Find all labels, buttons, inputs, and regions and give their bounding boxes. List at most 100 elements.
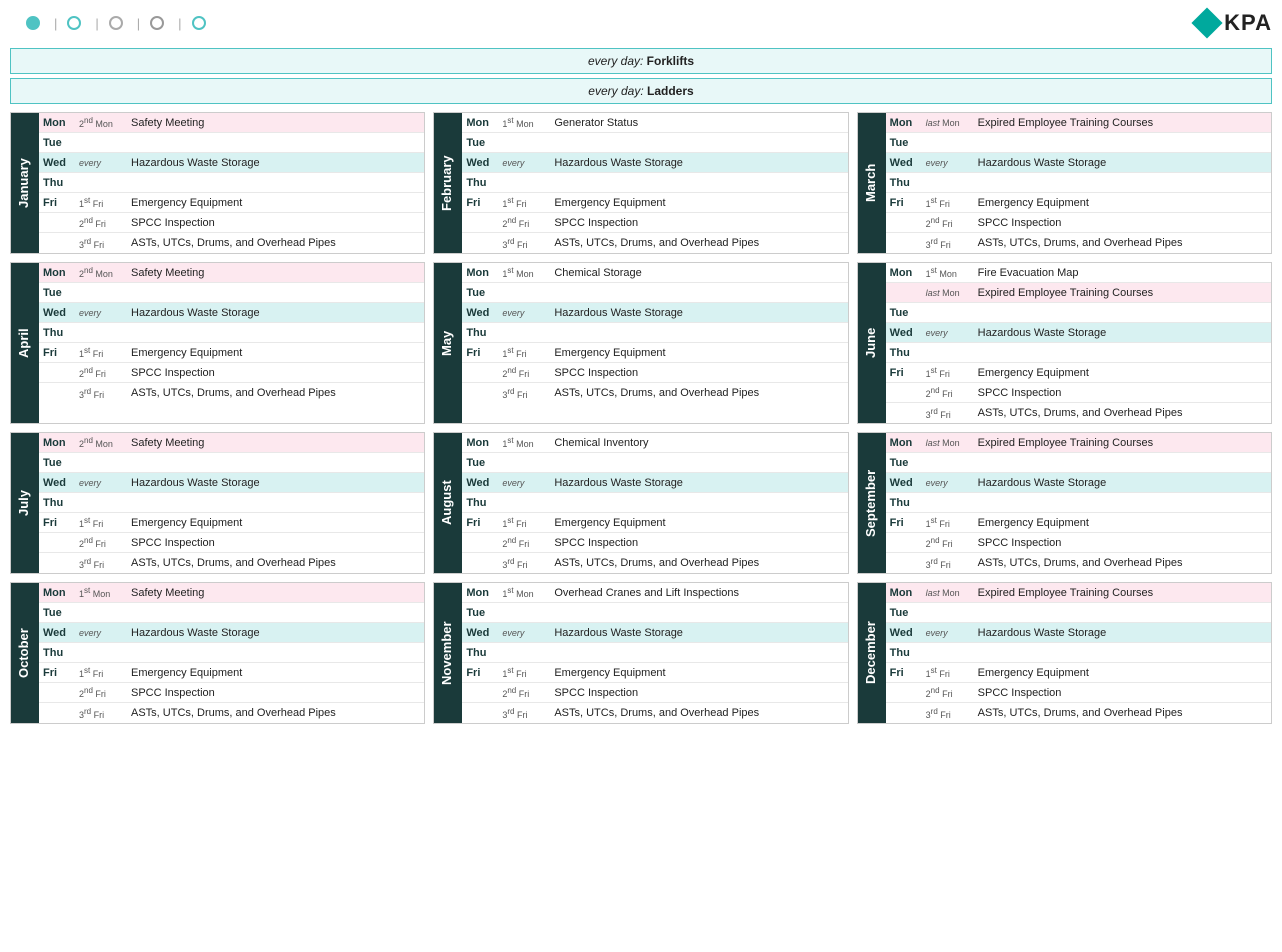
ord-cell <box>77 651 127 655</box>
ord-cell <box>924 181 974 185</box>
task-cell <box>974 611 1271 615</box>
ord-cell <box>924 461 974 465</box>
month-content-november: Mon1st MonOverhead Cranes and Lift Inspe… <box>462 583 847 723</box>
month-row: 2nd FriSPCC Inspection <box>462 363 847 383</box>
month-row: Tue <box>462 603 847 623</box>
day-cell: Thu <box>462 495 500 511</box>
ord-cell: every <box>924 326 974 340</box>
month-row: 2nd FriSPCC Inspection <box>462 533 847 553</box>
ord-cell: 2nd Fri <box>77 214 127 231</box>
day-cell <box>462 241 500 245</box>
every-day-section: every day: Forkliftsevery day: Ladders <box>10 48 1272 104</box>
month-row: Tue <box>462 283 847 303</box>
day-cell <box>39 221 77 225</box>
month-row: Fri1st FriEmergency Equipment <box>39 663 424 683</box>
day-cell: Fri <box>462 665 500 681</box>
month-row: Tue <box>462 133 847 153</box>
day-cell: Tue <box>39 135 77 151</box>
task-cell: Hazardous Waste Storage <box>974 625 1271 641</box>
task-cell: Emergency Equipment <box>127 345 424 361</box>
task-cell: SPCC Inspection <box>127 365 424 381</box>
day-cell <box>886 561 924 565</box>
day-cell: Wed <box>462 625 500 641</box>
task-cell: Fire Evacuation Map <box>974 265 1271 281</box>
day-cell: Fri <box>886 195 924 211</box>
task-cell: SPCC Inspection <box>974 385 1271 401</box>
task-cell <box>127 461 424 465</box>
day-cell: Mon <box>39 435 77 451</box>
task-cell: Safety Meeting <box>127 585 424 601</box>
ord-cell: 1st Fri <box>500 344 550 361</box>
month-row: Mon1st MonChemical Storage <box>462 263 847 283</box>
day-cell: Wed <box>39 155 77 171</box>
ord-cell <box>77 331 127 335</box>
ord-cell: 2nd Mon <box>77 114 127 131</box>
month-block-june: JuneMon1st MonFire Evacuation Maplast Mo… <box>857 262 1272 424</box>
day-cell <box>462 711 500 715</box>
month-row: 3rd FriASTs, UTCs, Drums, and Overhead P… <box>886 403 1271 423</box>
month-row: Fri1st FriEmergency Equipment <box>39 513 424 533</box>
month-row: 3rd FriASTs, UTCs, Drums, and Overhead P… <box>39 703 424 723</box>
task-cell: Expired Employee Training Courses <box>974 115 1271 131</box>
task-cell: Expired Employee Training Courses <box>974 585 1271 601</box>
ord-cell: 2nd Fri <box>500 364 550 381</box>
ord-cell <box>500 611 550 615</box>
day-cell: Tue <box>462 455 500 471</box>
month-label-december: December <box>858 583 886 723</box>
task-cell <box>127 141 424 145</box>
ord-cell: 1st Mon <box>500 264 550 281</box>
task-cell <box>127 501 424 505</box>
day-cell: Tue <box>886 455 924 471</box>
ord-cell: 2nd Mon <box>77 434 127 451</box>
ord-cell: 1st Fri <box>500 664 550 681</box>
monthly-icon <box>109 16 123 30</box>
month-row: Thu <box>39 323 424 343</box>
task-cell: Generator Status <box>550 115 847 131</box>
day-cell <box>886 391 924 395</box>
day-cell: Mon <box>886 115 924 131</box>
month-row: Fri1st FriEmergency Equipment <box>886 193 1271 213</box>
day-cell: Mon <box>886 435 924 451</box>
month-row: WedeveryHazardous Waste Storage <box>886 473 1271 493</box>
ord-cell <box>500 331 550 335</box>
month-row: 3rd FriASTs, UTCs, Drums, and Overhead P… <box>39 383 424 403</box>
ord-cell: 3rd Fri <box>77 235 127 252</box>
month-row: Mon2nd MonSafety Meeting <box>39 263 424 283</box>
month-row: Thu <box>462 643 847 663</box>
task-cell: ASTs, UTCs, Drums, and Overhead Pipes <box>550 385 847 401</box>
day-cell <box>886 241 924 245</box>
ord-cell: every <box>77 626 127 640</box>
ord-cell <box>500 141 550 145</box>
task-cell: Expired Employee Training Courses <box>974 285 1271 301</box>
task-cell: SPCC Inspection <box>550 685 847 701</box>
legend-annual <box>192 16 210 30</box>
ord-cell: every <box>500 156 550 170</box>
task-cell: Hazardous Waste Storage <box>550 625 847 641</box>
month-row: last MonExpired Employee Training Course… <box>886 283 1271 303</box>
day-cell <box>39 541 77 545</box>
ord-cell <box>924 651 974 655</box>
logo-text: KPA <box>1224 10 1272 36</box>
day-cell: Mon <box>462 585 500 601</box>
month-row: 2nd FriSPCC Inspection <box>39 683 424 703</box>
month-row: Mon1st MonGenerator Status <box>462 113 847 133</box>
month-label-january: January <box>11 113 39 253</box>
month-row: 2nd FriSPCC Inspection <box>39 213 424 233</box>
month-row: Thu <box>39 643 424 663</box>
weekly-icon <box>67 16 81 30</box>
ord-cell <box>924 311 974 315</box>
month-row: WedeveryHazardous Waste Storage <box>39 623 424 643</box>
task-cell: Hazardous Waste Storage <box>127 155 424 171</box>
day-cell: Fri <box>39 195 77 211</box>
day-cell: Fri <box>39 515 77 531</box>
month-row: 2nd FriSPCC Inspection <box>886 533 1271 553</box>
month-row: Fri1st FriEmergency Equipment <box>462 513 847 533</box>
month-row: Thu <box>886 493 1271 513</box>
ord-cell: 3rd Fri <box>500 555 550 572</box>
month-row: Fri1st FriEmergency Equipment <box>462 193 847 213</box>
month-row: Thu <box>886 173 1271 193</box>
ord-cell: every <box>924 476 974 490</box>
day-cell <box>462 541 500 545</box>
month-row: WedeveryHazardous Waste Storage <box>39 153 424 173</box>
day-cell <box>462 391 500 395</box>
